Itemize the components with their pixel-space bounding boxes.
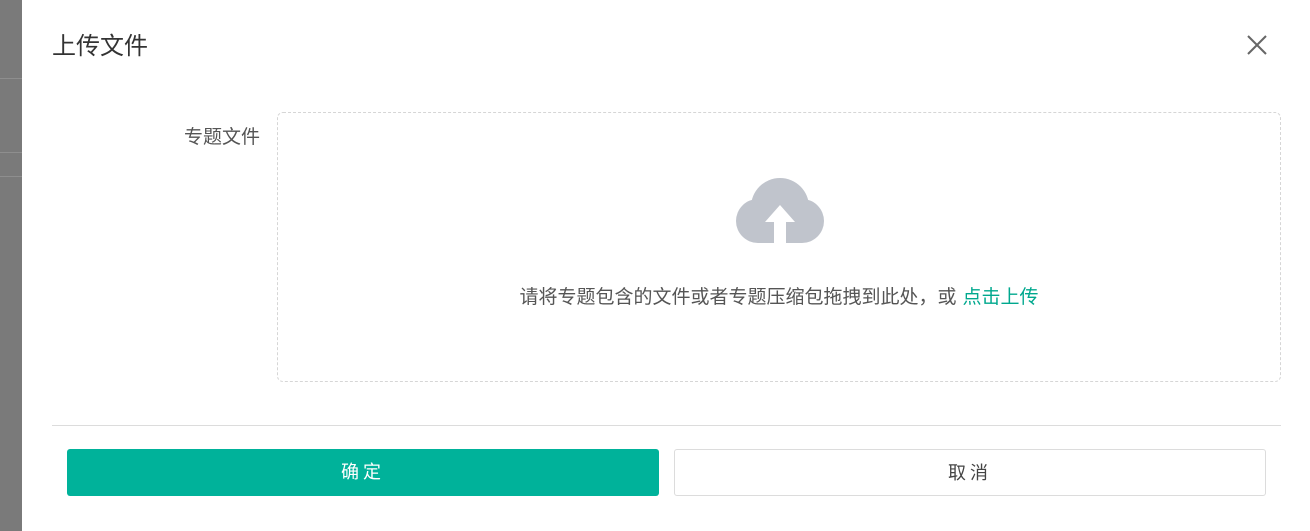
backdrop-divider <box>0 176 22 177</box>
upload-dropzone[interactable]: 请将专题包含的文件或者专题压缩包拖拽到此处，或 点击上传 <box>277 112 1281 382</box>
close-button[interactable] <box>1244 32 1270 58</box>
upload-dialog: 上传文件 专题文件 请将专题包含的文件或者专题压缩包拖拽到此处，或 点击上传 确… <box>22 0 1310 531</box>
field-label: 专题文件 <box>183 126 260 148</box>
dropzone-hint: 请将专题包含的文件或者专题压缩包拖拽到此处，或 点击上传 <box>278 283 1280 311</box>
close-icon <box>1247 35 1267 55</box>
footer-divider <box>52 425 1281 426</box>
cloud-upload-icon <box>736 178 824 243</box>
cancel-button[interactable]: 取消 <box>674 449 1266 496</box>
dropzone-hint-text: 请将专题包含的文件或者专题压缩包拖拽到此处，或 <box>519 286 963 308</box>
backdrop-divider <box>0 152 22 153</box>
confirm-button[interactable]: 确定 <box>67 449 659 496</box>
dialog-title: 上传文件 <box>52 32 148 60</box>
backdrop-divider <box>0 78 22 79</box>
click-upload-link[interactable]: 点击上传 <box>963 286 1039 308</box>
page-backdrop <box>0 0 22 531</box>
